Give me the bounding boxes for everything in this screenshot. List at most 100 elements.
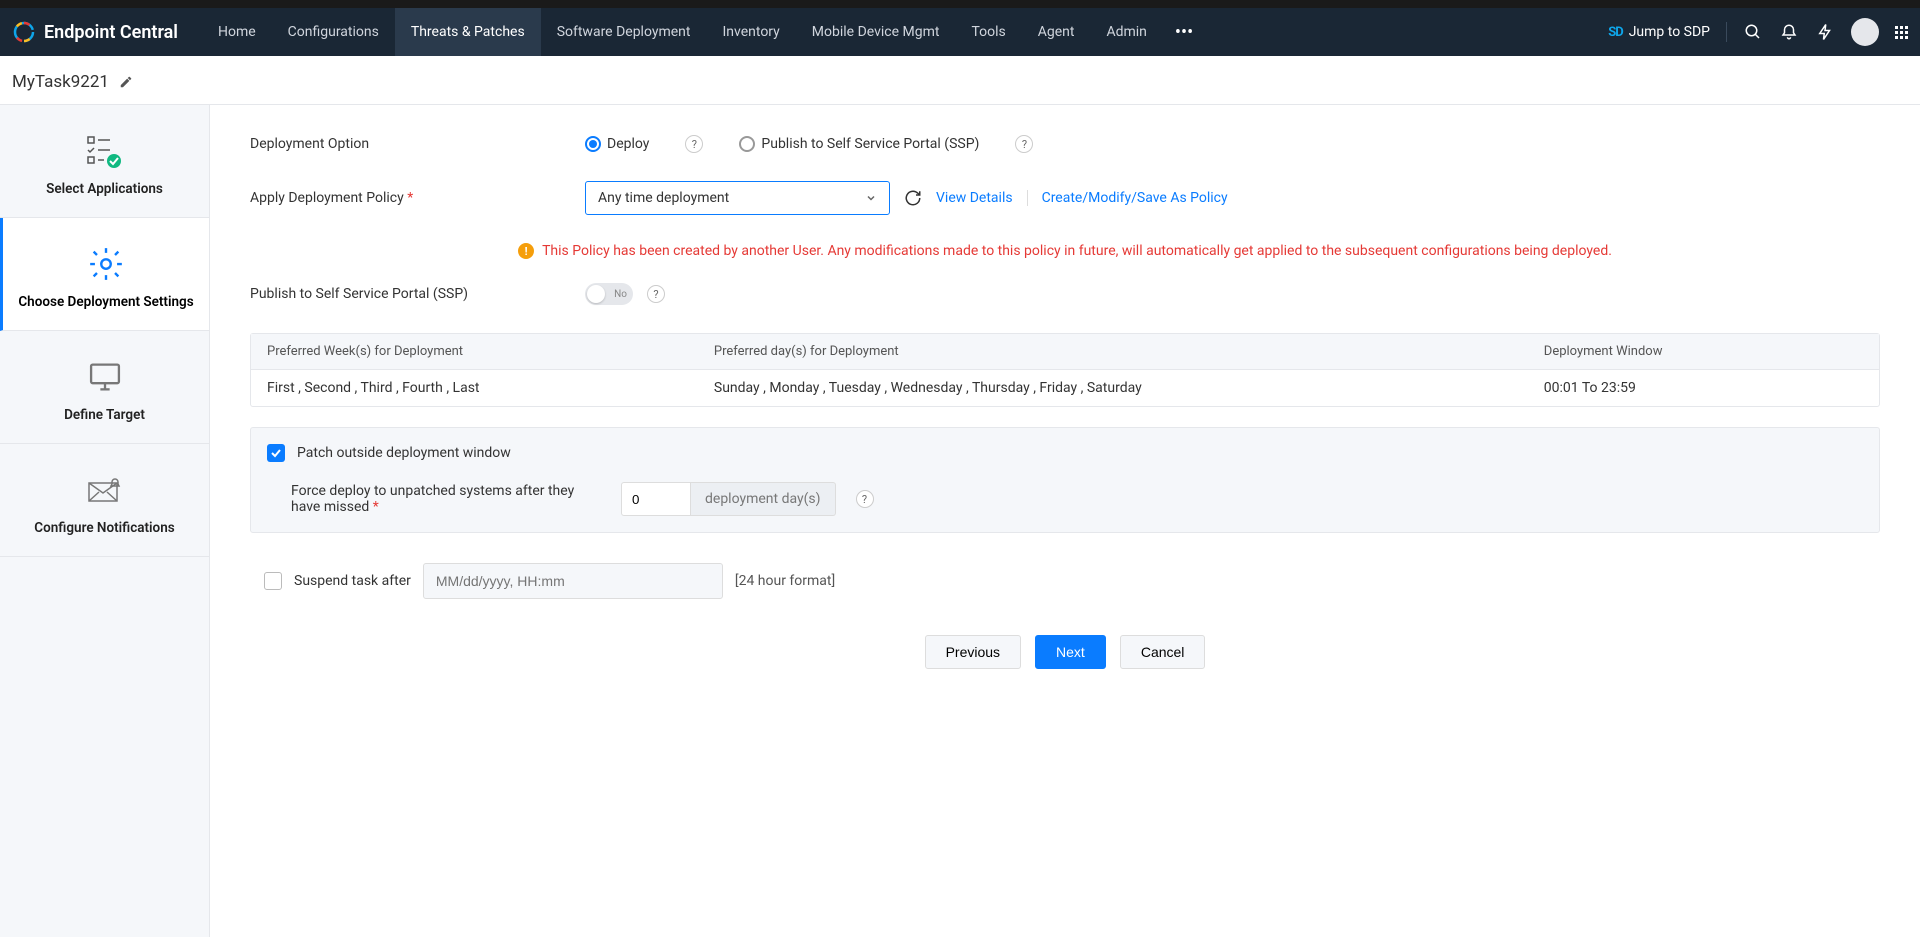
radio-icon <box>585 136 601 152</box>
col-weeks-header: Preferred Week(s) for Deployment <box>267 344 714 359</box>
publish-ssp-label: Publish to Self Service Portal (SSP) <box>250 286 585 302</box>
create-modify-link[interactable]: Create/Modify/Save As Policy <box>1042 190 1228 206</box>
select-value: Any time deployment <box>598 190 729 206</box>
cell-days: Sunday , Monday , Tuesday , Wednesday , … <box>714 380 1544 396</box>
window-topbar <box>0 0 1920 8</box>
days-suffix: deployment day(s) <box>691 482 836 516</box>
table-row: First , Second , Third , Fourth , Last S… <box>251 370 1879 406</box>
help-icon[interactable]: ? <box>856 490 874 508</box>
nav-tools[interactable]: Tools <box>955 8 1021 56</box>
cell-weeks: First , Second , Third , Fourth , Last <box>267 380 714 396</box>
next-button[interactable]: Next <box>1035 635 1106 669</box>
suspend-datetime-input[interactable] <box>423 563 723 599</box>
radio-ssp[interactable]: Publish to Self Service Portal (SSP) <box>739 136 979 152</box>
edit-icon[interactable] <box>119 75 133 89</box>
jump-to-sdp[interactable]: SD Jump to SDP <box>1608 24 1710 40</box>
radio-label: Deploy <box>607 136 649 152</box>
nav-software-deployment[interactable]: Software Deployment <box>541 8 707 56</box>
nav-configurations[interactable]: Configurations <box>272 8 395 56</box>
monitor-icon <box>10 357 199 397</box>
refresh-icon[interactable] <box>904 189 922 207</box>
brand-name: Endpoint Central <box>44 22 178 43</box>
gear-icon <box>13 244 199 284</box>
step-select-applications[interactable]: Select Applications <box>0 105 209 218</box>
toggle-knob <box>587 285 605 303</box>
search-icon[interactable] <box>1743 22 1763 42</box>
deployment-option-label: Deployment Option <box>250 136 585 152</box>
sdp-label: Jump to SDP <box>1629 24 1710 40</box>
divider <box>1726 22 1727 42</box>
nav-threats-patches[interactable]: Threats & Patches <box>395 8 541 56</box>
help-icon[interactable]: ? <box>685 135 703 153</box>
cell-window: 00:01 To 23:59 <box>1544 380 1863 396</box>
main-area: Select Applications Choose Deployment Se… <box>0 105 1920 937</box>
nav-home[interactable]: Home <box>202 8 272 56</box>
table-header: Preferred Week(s) for Deployment Preferr… <box>251 334 1879 370</box>
app-header: Endpoint Central Home Configurations Thr… <box>0 8 1920 56</box>
warning-text: This Policy has been created by another … <box>542 243 1612 259</box>
panel-body: Force deploy to unpatched systems after … <box>267 482 1863 516</box>
wizard-sidebar: Select Applications Choose Deployment Se… <box>0 105 210 937</box>
chevron-down-icon <box>865 192 877 204</box>
days-input-group: deployment day(s) <box>621 482 836 516</box>
ssp-toggle[interactable]: No <box>585 283 633 305</box>
force-deploy-label: Force deploy to unpatched systems after … <box>291 483 601 515</box>
deployment-option-radio-group: Deploy ? Publish to Self Service Portal … <box>585 135 1033 153</box>
nav-more[interactable]: ••• <box>1163 22 1205 43</box>
header-right: SD Jump to SDP <box>1608 18 1908 46</box>
toggle-label: No <box>614 289 627 300</box>
brand-logo[interactable]: Endpoint Central <box>12 20 178 44</box>
logo-icon <box>12 20 36 44</box>
help-icon[interactable]: ? <box>647 285 665 303</box>
days-input[interactable] <box>621 482 691 516</box>
row-suspend: Suspend task after [24 hour format] <box>250 563 1880 599</box>
task-name: MyTask9221 <box>12 72 109 92</box>
sdp-icon: SD <box>1608 25 1622 40</box>
previous-button[interactable]: Previous <box>925 635 1021 669</box>
apps-grid-icon[interactable] <box>1895 26 1908 39</box>
nav-admin[interactable]: Admin <box>1090 8 1162 56</box>
step-deployment-settings[interactable]: Choose Deployment Settings <box>0 218 209 331</box>
bolt-icon[interactable] <box>1815 22 1835 42</box>
deployment-schedule-table: Preferred Week(s) for Deployment Preferr… <box>250 333 1880 407</box>
patch-outside-label: Patch outside deployment window <box>297 445 511 461</box>
patch-outside-checkbox[interactable] <box>267 444 285 462</box>
link-separator <box>1027 190 1028 206</box>
col-days-header: Preferred day(s) for Deployment <box>714 344 1544 359</box>
panel-head: Patch outside deployment window <box>267 444 1863 462</box>
wizard-buttons: Previous Next Cancel <box>250 635 1880 669</box>
help-icon[interactable]: ? <box>1015 135 1033 153</box>
row-apply-policy: Apply Deployment Policy * Any time deplo… <box>250 181 1880 215</box>
step-label: Choose Deployment Settings <box>13 294 199 310</box>
patch-outside-panel: Patch outside deployment window Force de… <box>250 427 1880 533</box>
radio-label: Publish to Self Service Portal (SSP) <box>761 136 979 152</box>
cancel-button[interactable]: Cancel <box>1120 635 1206 669</box>
format-hint: [24 hour format] <box>735 573 835 589</box>
suspend-checkbox[interactable] <box>264 572 282 590</box>
nav-agent[interactable]: Agent <box>1022 8 1091 56</box>
main-nav: Home Configurations Threats & Patches So… <box>202 8 1205 56</box>
step-configure-notifications[interactable]: Configure Notifications <box>0 444 209 557</box>
step-define-target[interactable]: Define Target <box>0 331 209 444</box>
list-check-icon <box>10 131 199 171</box>
radio-icon <box>739 136 755 152</box>
step-label: Select Applications <box>10 181 199 197</box>
radio-deploy[interactable]: Deploy <box>585 136 649 152</box>
policy-select[interactable]: Any time deployment <box>585 181 890 215</box>
form-content: Deployment Option Deploy ? Publish to Se… <box>210 105 1920 937</box>
row-publish-ssp: Publish to Self Service Portal (SSP) No … <box>250 283 1880 305</box>
suspend-label: Suspend task after <box>294 573 411 589</box>
apply-policy-label: Apply Deployment Policy * <box>250 190 585 206</box>
bell-icon[interactable] <box>1779 22 1799 42</box>
warn-icon: ! <box>518 243 534 259</box>
task-title-bar: MyTask9221 <box>0 56 1920 105</box>
nav-mobile-device-mgmt[interactable]: Mobile Device Mgmt <box>796 8 956 56</box>
step-label: Configure Notifications <box>10 520 199 536</box>
avatar[interactable] <box>1851 18 1879 46</box>
nav-inventory[interactable]: Inventory <box>706 8 795 56</box>
view-details-link[interactable]: View Details <box>936 190 1013 206</box>
policy-warning: ! This Policy has been created by anothe… <box>250 243 1880 259</box>
mail-bell-icon <box>10 470 199 510</box>
col-window-header: Deployment Window <box>1544 344 1863 359</box>
row-deployment-option: Deployment Option Deploy ? Publish to Se… <box>250 135 1880 153</box>
